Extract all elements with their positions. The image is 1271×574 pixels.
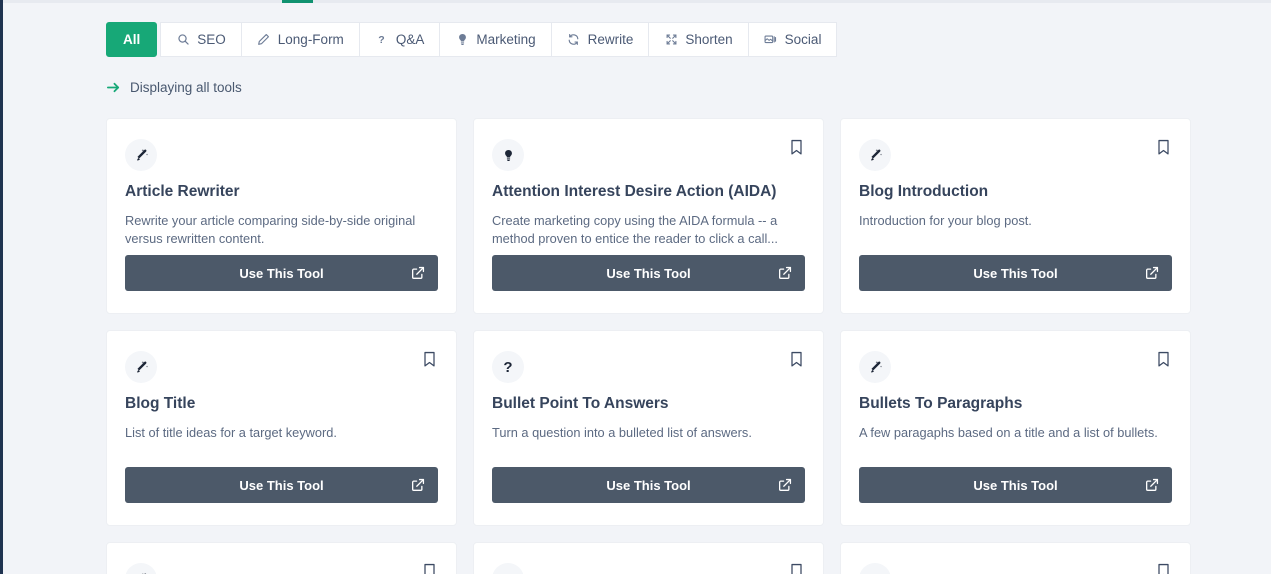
use-this-tool-label: Use This Tool xyxy=(606,478,690,493)
magic-wand-icon xyxy=(859,139,891,171)
bookmark-icon[interactable] xyxy=(1156,351,1172,369)
use-this-tool-label: Use This Tool xyxy=(239,266,323,281)
magic-wand-icon xyxy=(125,351,157,383)
tool-card[interactable]: Bullets To Paragraphs A few paragaphs bas… xyxy=(840,330,1191,526)
bookmark-icon[interactable] xyxy=(789,351,805,369)
tool-card-header: ? xyxy=(492,351,805,383)
left-sidebar-rail xyxy=(0,0,3,574)
external-link-icon xyxy=(411,478,425,492)
external-link-icon xyxy=(778,478,792,492)
images-icon xyxy=(764,33,778,47)
bookmark-icon[interactable] xyxy=(789,563,805,574)
tool-card-title: Bullets To Paragraphs xyxy=(859,395,1172,414)
tool-card[interactable]: Article Rewriter Rewrite your article com… xyxy=(106,118,457,314)
tool-card[interactable]: Use This Tool xyxy=(106,542,457,574)
tool-card-description: Turn a question into a bulleted list of … xyxy=(492,424,805,443)
external-link-icon xyxy=(1145,266,1159,280)
tool-card-description: A few paragaphs based on a title and a l… xyxy=(859,424,1172,443)
filter-chip-label: Rewrite xyxy=(588,32,634,47)
tool-card-description: Rewrite your article comparing side-by-s… xyxy=(125,212,438,249)
filter-chip-shorten[interactable]: Shorten xyxy=(649,22,748,57)
lightbulb-icon xyxy=(455,33,469,47)
svg-text:?: ? xyxy=(379,34,385,46)
external-link-icon xyxy=(778,266,792,280)
tool-card[interactable]: Attention Interest Desire Action (AIDA) C… xyxy=(473,118,824,314)
tool-card-header xyxy=(125,351,438,383)
tool-card-description: Create marketing copy using the AIDA for… xyxy=(492,212,805,249)
filter-bar: All SEO Long-Form? Q&A Marketing Rewrite Short… xyxy=(106,22,1196,57)
tool-card[interactable]: ?Use This Tool xyxy=(473,542,824,574)
filter-chip-label: All xyxy=(123,32,140,47)
tool-card-description: List of title ideas for a target keyword… xyxy=(125,424,438,443)
use-this-tool-button[interactable]: Use This Tool xyxy=(125,255,438,291)
external-link-icon xyxy=(411,266,425,280)
bookmark-icon[interactable] xyxy=(789,139,805,157)
bookmark-icon[interactable] xyxy=(1156,139,1172,157)
tool-card-title: Blog Introduction xyxy=(859,183,1172,202)
use-this-tool-label: Use This Tool xyxy=(973,266,1057,281)
filter-chip-label: SEO xyxy=(197,32,226,47)
lightbulb-icon xyxy=(859,563,891,574)
tool-card-header xyxy=(859,563,1172,574)
filter-chip-all[interactable]: All xyxy=(106,22,157,57)
question-icon: ? xyxy=(375,33,389,47)
tool-card[interactable]: Blog Title List of title ideas for a targ… xyxy=(106,330,457,526)
tool-card[interactable]: ? Bullet Point To Answers Turn a question … xyxy=(473,330,824,526)
tool-card-header xyxy=(125,563,438,574)
bookmark-icon[interactable] xyxy=(422,563,438,574)
displaying-status: Displaying all tools xyxy=(106,80,1196,95)
filter-chip-label: Marketing xyxy=(476,32,535,47)
filter-chip-q-a[interactable]: ? Q&A xyxy=(360,22,441,57)
sync-icon xyxy=(567,33,581,47)
tool-card[interactable]: Blog Introduction Introduction for your b… xyxy=(840,118,1191,314)
tool-card-header xyxy=(859,351,1172,383)
tool-card-header: ? xyxy=(492,563,805,574)
tool-card-title: Attention Interest Desire Action (AIDA) xyxy=(492,183,805,202)
tool-card[interactable]: Use This Tool xyxy=(840,542,1191,574)
tools-page: All SEO Long-Form? Q&A Marketing Rewrite Short… xyxy=(0,3,1271,574)
displaying-status-text: Displaying all tools xyxy=(130,80,242,95)
arrow-right-icon xyxy=(106,80,121,95)
bookmark-icon[interactable] xyxy=(422,351,438,369)
external-link-icon xyxy=(1145,478,1159,492)
question-icon: ? xyxy=(492,351,524,383)
filter-chip-long-form[interactable]: Long-Form xyxy=(242,22,360,57)
tool-card-description: Introduction for your blog post. xyxy=(859,212,1172,231)
filter-chip-seo[interactable]: SEO xyxy=(160,22,242,57)
magic-wand-icon xyxy=(125,563,157,574)
filter-chip-marketing[interactable]: Marketing xyxy=(440,22,551,57)
use-this-tool-button[interactable]: Use This Tool xyxy=(859,255,1172,291)
tools-grid: Article Rewriter Rewrite your article com… xyxy=(106,118,1196,574)
filter-chip-label: Q&A xyxy=(396,32,425,47)
filter-chip-social[interactable]: Social xyxy=(749,22,838,57)
use-this-tool-label: Use This Tool xyxy=(239,478,323,493)
use-this-tool-label: Use This Tool xyxy=(973,478,1057,493)
use-this-tool-button[interactable]: Use This Tool xyxy=(125,467,438,503)
magic-wand-icon xyxy=(125,139,157,171)
question-icon: ? xyxy=(492,563,524,574)
search-icon xyxy=(176,33,190,47)
tool-card-title: Bullet Point To Answers xyxy=(492,395,805,414)
use-this-tool-button[interactable]: Use This Tool xyxy=(859,467,1172,503)
tool-card-title: Blog Title xyxy=(125,395,438,414)
tool-card-header xyxy=(859,139,1172,171)
tool-card-title: Article Rewriter xyxy=(125,183,438,202)
magic-wand-icon xyxy=(859,351,891,383)
filter-chip-label: Social xyxy=(785,32,822,47)
use-this-tool-button[interactable]: Use This Tool xyxy=(492,255,805,291)
tool-card-header xyxy=(125,139,438,171)
filter-chip-label: Long-Form xyxy=(278,32,344,47)
use-this-tool-button[interactable]: Use This Tool xyxy=(492,467,805,503)
compress-icon xyxy=(664,33,678,47)
use-this-tool-label: Use This Tool xyxy=(606,266,690,281)
filter-chip-label: Shorten xyxy=(685,32,732,47)
pencil-icon xyxy=(257,33,271,47)
filter-chip-rewrite[interactable]: Rewrite xyxy=(552,22,650,57)
lightbulb-icon xyxy=(492,139,524,171)
bookmark-icon[interactable] xyxy=(1156,563,1172,574)
tool-card-header xyxy=(492,139,805,171)
